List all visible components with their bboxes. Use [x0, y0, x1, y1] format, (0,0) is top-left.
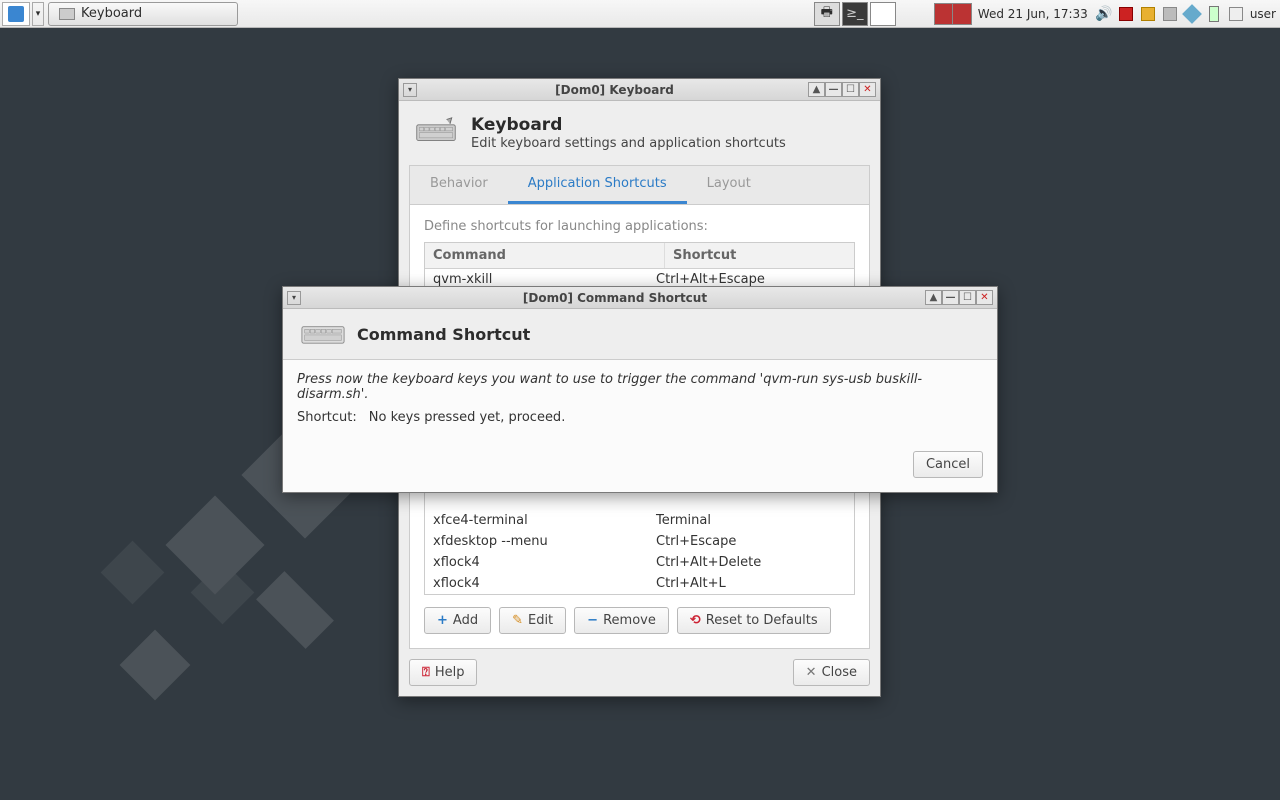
plus-icon: +: [437, 613, 448, 628]
window-menu-button[interactable]: ▾: [287, 291, 301, 305]
close-button[interactable]: ✕: [976, 290, 993, 305]
dialog-body: Press now the keyboard keys you want to …: [283, 360, 997, 437]
printer-tray-icon[interactable]: 🖶: [814, 2, 840, 26]
keyboard-title: Keyboard: [471, 115, 786, 135]
start-menu-button[interactable]: [2, 2, 30, 26]
qubes-icon: [8, 6, 24, 22]
network-alert-icon[interactable]: [1116, 4, 1136, 24]
dialog-footer: Cancel: [283, 437, 997, 492]
shortcut-label: Shortcut:: [297, 410, 357, 425]
maximize-button[interactable]: ☐: [842, 82, 859, 97]
keyboard-titlebar[interactable]: ▾ [Dom0] Keyboard ▲ — ☐ ✕: [399, 79, 880, 101]
shortcut-current-value: No keys pressed yet, proceed.: [369, 410, 566, 425]
th-command[interactable]: Command: [425, 243, 664, 268]
cell-command: xfdesktop --menu: [433, 534, 656, 549]
keyboard-header: Keyboard Edit keyboard settings and appl…: [399, 101, 880, 165]
minus-icon: −: [587, 613, 598, 628]
blank-tray-icon[interactable]: [870, 2, 896, 26]
close-settings-button[interactable]: ✕Close: [793, 659, 870, 686]
workspace-switcher[interactable]: [934, 3, 972, 25]
reset-defaults-button[interactable]: ⟲Reset to Defaults: [677, 607, 831, 634]
edit-button[interactable]: ✎Edit: [499, 607, 566, 634]
minimize-button[interactable]: —: [942, 290, 959, 305]
dialog-window-title: [Dom0] Command Shortcut: [305, 291, 925, 305]
username-label[interactable]: user: [1248, 7, 1276, 21]
table-row[interactable]: xflock4Ctrl+Alt+L: [425, 573, 854, 594]
battery-icon[interactable]: [1204, 4, 1224, 24]
cell-command: qvm-xkill: [433, 272, 656, 287]
device-icon[interactable]: [1160, 4, 1180, 24]
cell-shortcut: Ctrl+Alt+Escape: [656, 272, 846, 287]
table-row[interactable]: xfdesktop --menuCtrl+Escape: [425, 531, 854, 552]
command-shortcut-dialog: ▾ [Dom0] Command Shortcut ▲ — ☐ ✕ Comman…: [282, 286, 998, 493]
tab-layout[interactable]: Layout: [687, 166, 771, 204]
taskbar-overflow-button[interactable]: ▾: [32, 2, 44, 26]
table-row[interactable]: xfce4-terminalTerminal: [425, 510, 854, 531]
taskbar: ▾ Keyboard 🖶 ≥_ Wed 21 Jun, 17:33 🔊 user: [0, 0, 1280, 28]
tab-application-shortcuts[interactable]: Application Shortcuts: [508, 166, 687, 204]
keyboard-footer: ⍰Help ✕Close: [399, 649, 880, 696]
keyboard-dialog-icon: [301, 323, 345, 345]
terminal-tray-icon[interactable]: ≥_: [842, 2, 868, 26]
tab-behavior[interactable]: Behavior: [410, 166, 508, 204]
keyboard-subtitle: Edit keyboard settings and application s…: [471, 136, 786, 151]
shade-button[interactable]: ▲: [808, 82, 825, 97]
dialog-instruction: Press now the keyboard keys you want to …: [297, 372, 983, 402]
help-icon: ⍰: [422, 665, 430, 680]
dialog-header: Command Shortcut: [283, 309, 997, 360]
keyboard-header-icon: [415, 115, 457, 145]
qube-manager-icon[interactable]: [1182, 4, 1202, 24]
shortcuts-intro: Define shortcuts for launching applicati…: [424, 219, 855, 234]
dialog-heading: Command Shortcut: [357, 325, 530, 344]
volume-icon[interactable]: 🔊: [1094, 4, 1114, 24]
cell-command: xflock4: [433, 555, 656, 570]
minimize-button[interactable]: —: [825, 82, 842, 97]
keyboard-icon: [59, 8, 75, 20]
dialog-titlebar[interactable]: ▾ [Dom0] Command Shortcut ▲ — ☐ ✕: [283, 287, 997, 309]
close-button[interactable]: ✕: [859, 82, 876, 97]
pencil-icon: ✎: [512, 613, 523, 628]
cell-shortcut: Ctrl+Alt+Delete: [656, 555, 846, 570]
update-icon[interactable]: [1138, 4, 1158, 24]
taskbar-item-keyboard[interactable]: Keyboard: [48, 2, 238, 26]
shade-button[interactable]: ▲: [925, 290, 942, 305]
cell-shortcut: Ctrl+Escape: [656, 534, 846, 549]
keyboard-window-title: [Dom0] Keyboard: [421, 83, 808, 97]
cell-command: xfce4-terminal: [433, 513, 656, 528]
cell-shortcut: Ctrl+Alt+L: [656, 576, 846, 591]
close-icon: ✕: [806, 665, 817, 680]
remove-button[interactable]: −Remove: [574, 607, 669, 634]
help-button[interactable]: ⍰Help: [409, 659, 477, 686]
th-shortcut[interactable]: Shortcut: [664, 243, 854, 268]
shortcut-actions: +Add ✎Edit −Remove ⟲Reset to Defaults: [424, 607, 855, 634]
cancel-button[interactable]: Cancel: [913, 451, 983, 478]
cell-command: xflock4: [433, 576, 656, 591]
add-button[interactable]: +Add: [424, 607, 491, 634]
window-menu-button[interactable]: ▾: [403, 83, 417, 97]
keyboard-tabs: Behavior Application Shortcuts Layout: [409, 165, 870, 204]
maximize-button[interactable]: ☐: [959, 290, 976, 305]
display-icon[interactable]: [1226, 4, 1246, 24]
clock[interactable]: Wed 21 Jun, 17:33: [974, 7, 1092, 21]
reset-icon: ⟲: [690, 613, 701, 628]
cell-shortcut: Terminal: [656, 513, 846, 528]
table-row[interactable]: xflock4Ctrl+Alt+Delete: [425, 552, 854, 573]
taskbar-item-label: Keyboard: [81, 6, 142, 21]
